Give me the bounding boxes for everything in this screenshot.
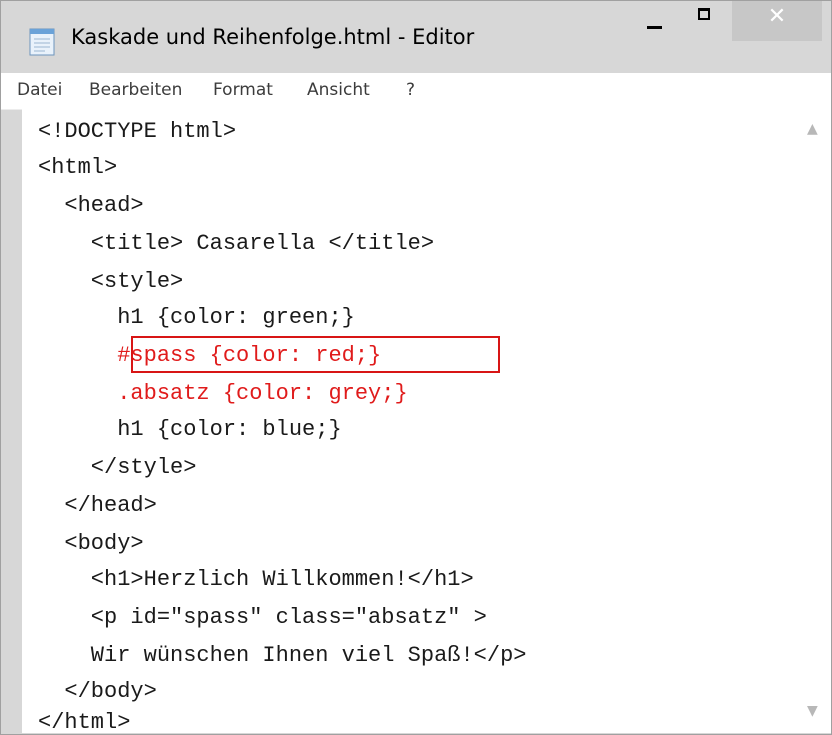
scroll-down-arrow-icon[interactable]: ▼ xyxy=(807,703,818,719)
close-button[interactable]: ✕ xyxy=(732,1,822,41)
code-line: <html> xyxy=(38,155,118,180)
notepad-icon xyxy=(27,25,57,57)
code-line: </html> xyxy=(38,710,131,735)
maximize-button[interactable] xyxy=(681,1,729,41)
menu-item-help[interactable]: ? xyxy=(406,80,415,100)
menu-bar: Datei Bearbeiten Format Ansicht ? xyxy=(1,73,831,110)
title-bar: Kaskade und Reihenfolge.html - Editor ✕ xyxy=(1,1,831,73)
code-line: <body> xyxy=(38,531,144,556)
highlight-annotation-box xyxy=(131,336,500,373)
close-icon: ✕ xyxy=(767,4,787,29)
code-line: <p id="spass" class="absatz" > xyxy=(38,605,487,630)
minimize-button[interactable] xyxy=(631,1,679,41)
scroll-up-arrow-icon[interactable]: ▲ xyxy=(807,121,818,137)
code-line: <style> xyxy=(38,269,184,294)
maximize-icon xyxy=(698,8,710,20)
text-editor-area[interactable]: <!DOCTYPE html> <html> <head> <title> Ca… xyxy=(22,109,831,735)
menu-item-bearbeiten[interactable]: Bearbeiten xyxy=(89,80,182,100)
code-line: </head> xyxy=(38,493,157,518)
code-line: h1 {color: green;} xyxy=(38,305,355,330)
minimize-icon xyxy=(647,26,662,29)
code-line: Wir wünschen Ihnen viel Spaß!</p> xyxy=(38,643,527,668)
code-line-red: .absatz {color: grey;} xyxy=(38,381,408,406)
code-line: h1 {color: blue;} xyxy=(38,417,342,442)
menu-item-format[interactable]: Format xyxy=(213,80,273,100)
window-title: Kaskade und Reihenfolge.html - Editor xyxy=(71,25,475,49)
code-line: </body> xyxy=(38,679,157,704)
code-line: <h1>Herzlich Willkommen!</h1> xyxy=(38,567,474,592)
code-line: <title> Casarella </title> xyxy=(38,231,435,256)
code-line: <!DOCTYPE html> xyxy=(38,119,237,144)
code-line: <head> xyxy=(38,193,144,218)
menu-item-ansicht[interactable]: Ansicht xyxy=(307,80,370,100)
notepad-window: Kaskade und Reihenfolge.html - Editor ✕ … xyxy=(0,0,832,735)
vertical-scrollbar[interactable]: ▲ ▼ xyxy=(793,109,831,733)
code-line: </style> xyxy=(38,455,197,480)
menu-item-datei[interactable]: Datei xyxy=(17,80,62,100)
